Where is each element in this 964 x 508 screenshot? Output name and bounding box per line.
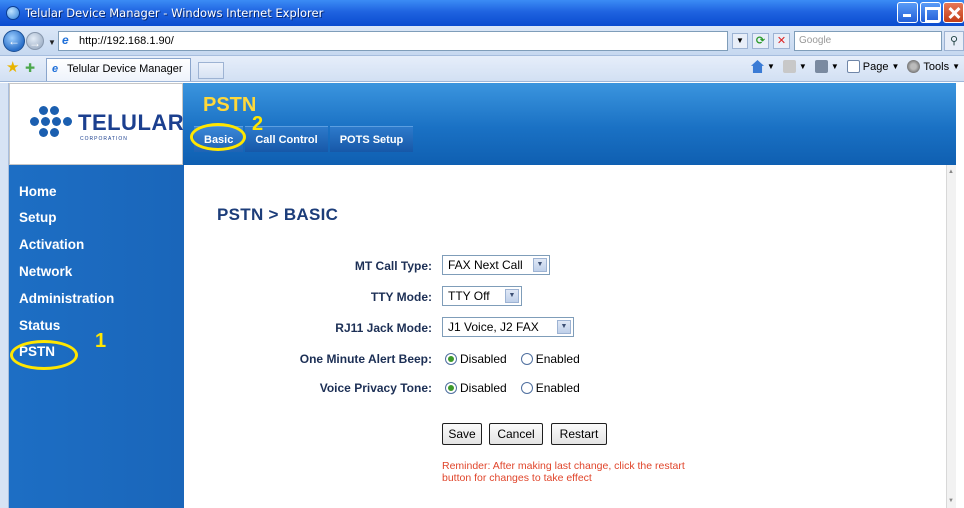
- rj11-jack-mode-label: RJ11 Jack Mode:: [335, 321, 432, 335]
- chevron-down-icon: ▼: [557, 320, 571, 334]
- window-frame-left: [0, 83, 9, 508]
- tools-menu-label: Tools: [923, 60, 950, 73]
- annotation-number-1: 1: [95, 330, 107, 352]
- alert-beep-label: One Minute Alert Beep:: [299, 352, 432, 366]
- page-menu-label: Page: [862, 60, 889, 73]
- section-title: PSTN: [203, 94, 257, 116]
- scroll-down-icon[interactable]: ▼: [947, 496, 955, 506]
- app-header: TELULAR CORPORATION PSTN Basic Call Cont…: [9, 83, 956, 165]
- feeds-button[interactable]: ▼: [782, 60, 807, 73]
- home-button[interactable]: ▼: [751, 60, 775, 73]
- page-menu-button[interactable]: Page ▼: [846, 60, 900, 73]
- address-dropdown-icon[interactable]: ▼: [732, 33, 748, 49]
- back-arrow-icon: ←: [8, 34, 20, 48]
- sidebar-item-administration[interactable]: Administration: [19, 291, 114, 306]
- page-icon: e: [62, 33, 69, 47]
- voice-privacy-tone-label: Voice Privacy Tone:: [319, 381, 432, 395]
- chevron-down-icon: ▼: [533, 258, 547, 272]
- telular-logo[interactable]: TELULAR CORPORATION: [9, 83, 185, 165]
- tty-mode-label: TTY Mode:: [370, 290, 432, 304]
- chevron-down-icon: ▼: [767, 62, 775, 71]
- maximize-icon[interactable]: [920, 2, 941, 23]
- mt-call-type-select[interactable]: FAX Next Call ▼: [442, 255, 550, 275]
- rj11-jack-mode-value: J1 Voice, J2 FAX: [448, 320, 539, 334]
- new-tab-button[interactable]: [198, 62, 224, 79]
- logo-subtext: CORPORATION: [80, 136, 128, 142]
- back-button[interactable]: ←: [3, 30, 25, 52]
- alert-beep-enabled-radio[interactable]: [520, 353, 533, 365]
- command-bar: ▼ ▼ ▼ Page ▼ Tools ▼: [751, 60, 960, 73]
- ie-icon: [6, 6, 20, 20]
- address-url: http://192.168.1.90/: [79, 35, 174, 47]
- search-placeholder: Google: [799, 35, 832, 46]
- browser-tab[interactable]: e Telular Device Manager: [46, 58, 191, 81]
- mt-call-type-label: MT Call Type:: [354, 259, 432, 273]
- voice-privacy-enabled-radio[interactable]: [520, 382, 533, 394]
- chevron-down-icon: ▼: [505, 289, 519, 303]
- sidebar-item-home[interactable]: Home: [19, 184, 57, 199]
- tab-pots-setup[interactable]: POTS Setup: [329, 126, 414, 152]
- forward-arrow-icon: →: [29, 36, 41, 50]
- tty-mode-value: TTY Off: [448, 289, 490, 303]
- address-toolbar: ← → ▼ e http://192.168.1.90/ ▼ ⟳ ✕ Googl…: [0, 26, 964, 56]
- restart-reminder: Reminder: After making last change, clic…: [442, 460, 685, 484]
- page-icon: e: [52, 63, 59, 75]
- page-menu-icon: [846, 60, 860, 73]
- tab-label: Telular Device Manager: [67, 63, 183, 75]
- page-title: PSTN > BASIC: [217, 205, 339, 224]
- annotation-ellipse-basic: [190, 123, 246, 151]
- forward-button[interactable]: →: [26, 32, 44, 50]
- sidebar-item-status[interactable]: Status: [19, 318, 60, 333]
- mt-call-type-value: FAX Next Call: [448, 258, 523, 272]
- cancel-button[interactable]: Cancel: [489, 423, 543, 445]
- print-icon: [814, 60, 828, 73]
- logo-text: TELULAR: [78, 110, 185, 135]
- alert-beep-disabled-radio[interactable]: [445, 353, 457, 365]
- minimize-icon[interactable]: [897, 2, 918, 23]
- history-dropdown-icon[interactable]: ▼: [48, 38, 56, 47]
- voice-privacy-enabled-label: Enabled: [535, 381, 580, 395]
- home-icon: [751, 60, 764, 73]
- annotation-number-2: 2: [252, 113, 264, 135]
- voice-privacy-disabled-radio[interactable]: [445, 382, 457, 394]
- voice-privacy-disabled-label: Disabled: [460, 381, 507, 395]
- favorites-star-icon[interactable]: ★: [6, 60, 19, 76]
- chevron-down-icon: ▼: [891, 62, 900, 71]
- gear-icon: [907, 60, 921, 73]
- save-button[interactable]: Save: [442, 423, 482, 445]
- search-icon[interactable]: ⚲: [944, 31, 964, 51]
- chevron-down-icon: ▼: [952, 62, 960, 71]
- tty-mode-select[interactable]: TTY Off ▼: [442, 286, 522, 306]
- annotation-ellipse-pstn: [10, 340, 78, 370]
- scroll-up-icon[interactable]: ▲: [947, 167, 955, 177]
- sidebar-item-setup[interactable]: Setup: [19, 210, 57, 225]
- refresh-button[interactable]: ⟳: [752, 33, 769, 49]
- close-icon[interactable]: [943, 2, 964, 23]
- voice-privacy-radio-group: Disabled Enabled: [445, 381, 594, 395]
- address-input[interactable]: e http://192.168.1.90/: [58, 31, 728, 51]
- alert-beep-enabled-label: Enabled: [535, 352, 580, 366]
- stop-button[interactable]: ✕: [773, 33, 790, 49]
- page-content: TELULAR CORPORATION PSTN Basic Call Cont…: [9, 83, 956, 508]
- tab-toolbar: ★ ✚ e Telular Device Manager ▼ ▼ ▼ Page ▼…: [0, 56, 964, 82]
- alert-beep-radio-group: Disabled Enabled: [445, 352, 594, 366]
- tools-menu-button[interactable]: Tools ▼: [907, 60, 960, 73]
- sidebar-item-activation[interactable]: Activation: [19, 237, 84, 252]
- vertical-scrollbar[interactable]: [946, 165, 956, 508]
- window-title-bar: Telular Device Manager - Windows Interne…: [0, 0, 964, 26]
- chevron-down-icon: ▼: [798, 62, 807, 71]
- add-favorite-icon[interactable]: ✚: [25, 61, 35, 75]
- search-input[interactable]: Google: [794, 31, 942, 51]
- feeds-icon: [782, 60, 796, 73]
- window-title: Telular Device Manager - Windows Interne…: [25, 6, 324, 20]
- alert-beep-disabled-label: Disabled: [460, 352, 507, 366]
- print-button[interactable]: ▼: [814, 60, 839, 73]
- logo-dots-icon: [30, 106, 76, 142]
- chevron-down-icon: ▼: [830, 62, 839, 71]
- main-panel: PSTN > BASIC MT Call Type: FAX Next Call…: [184, 165, 956, 508]
- restart-button[interactable]: Restart: [551, 423, 607, 445]
- sidebar-item-network[interactable]: Network: [19, 264, 72, 279]
- window-controls: [897, 2, 964, 23]
- rj11-jack-mode-select[interactable]: J1 Voice, J2 FAX ▼: [442, 317, 574, 337]
